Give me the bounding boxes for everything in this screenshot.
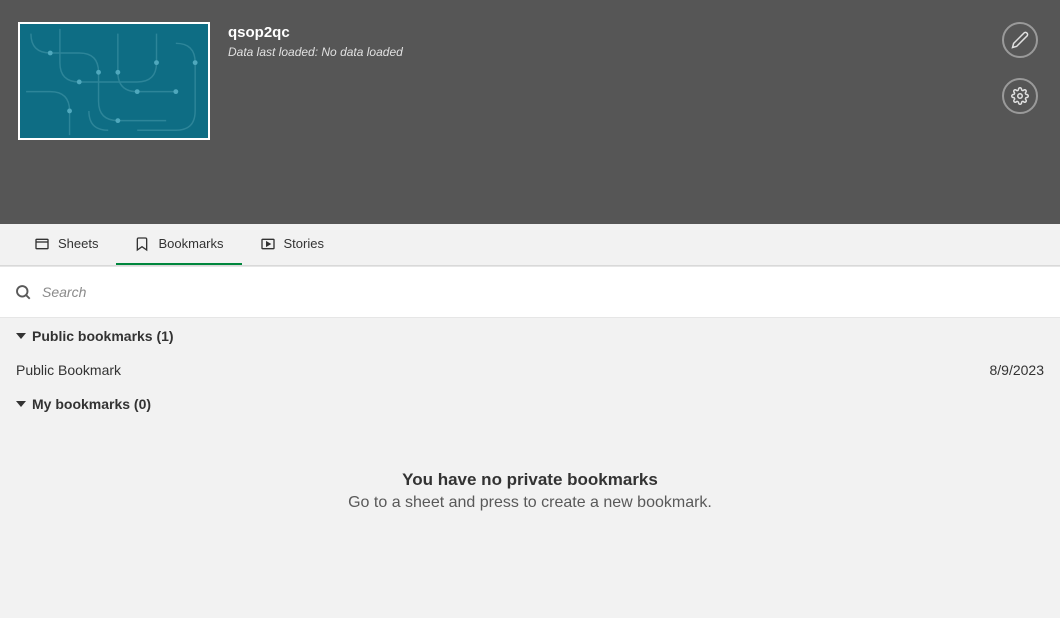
- chevron-down-icon: [16, 333, 26, 339]
- empty-state: You have no private bookmarks Go to a sh…: [0, 470, 1060, 512]
- pencil-icon: [1011, 31, 1029, 49]
- tab-bookmarks-label: Bookmarks: [158, 236, 223, 251]
- tab-sheets-label: Sheets: [58, 236, 98, 251]
- header-actions: [1002, 22, 1038, 114]
- public-bookmarks-header[interactable]: Public bookmarks (1): [0, 318, 1060, 354]
- empty-subtitle: Go to a sheet and press to create a new …: [0, 494, 1060, 512]
- my-bookmarks-title: My bookmarks (0): [32, 396, 151, 412]
- search-icon: [14, 283, 32, 301]
- my-bookmarks-header[interactable]: My bookmarks (0): [0, 386, 1060, 422]
- bookmark-name: Public Bookmark: [16, 362, 121, 378]
- tab-stories[interactable]: Stories: [242, 224, 342, 265]
- tab-stories-label: Stories: [284, 236, 324, 251]
- sheets-icon: [34, 236, 50, 252]
- stories-icon: [260, 236, 276, 252]
- empty-title: You have no private bookmarks: [0, 470, 1060, 490]
- app-thumbnail[interactable]: [18, 22, 210, 140]
- bookmark-date: 8/9/2023: [990, 362, 1045, 378]
- search-bar: [0, 266, 1060, 318]
- tab-bookmarks[interactable]: Bookmarks: [116, 224, 241, 265]
- tab-bar: Sheets Bookmarks Stories: [0, 224, 1060, 266]
- gear-icon: [1011, 87, 1029, 105]
- tab-sheets[interactable]: Sheets: [16, 224, 116, 265]
- bookmark-row[interactable]: Public Bookmark 8/9/2023: [0, 354, 1060, 386]
- public-bookmarks-title: Public bookmarks (1): [32, 328, 174, 344]
- data-load-status: Data last loaded: No data loaded: [228, 45, 403, 59]
- edit-button[interactable]: [1002, 22, 1038, 58]
- main-content: Public bookmarks (1) Public Bookmark 8/9…: [0, 318, 1060, 512]
- search-input[interactable]: [42, 284, 1046, 300]
- chevron-down-icon: [16, 401, 26, 407]
- app-header: qsop2qc Data last loaded: No data loaded: [0, 0, 1060, 224]
- settings-button[interactable]: [1002, 78, 1038, 114]
- app-title: qsop2qc: [228, 24, 403, 41]
- bookmark-icon: [134, 236, 150, 252]
- header-info: qsop2qc Data last loaded: No data loaded: [228, 22, 403, 202]
